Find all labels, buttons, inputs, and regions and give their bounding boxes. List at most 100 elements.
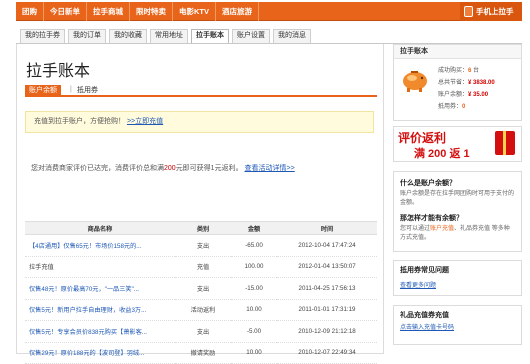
main-panel: 拉手账本 账户余额 | 抵用券 充值到拉手账户，方便抢购！ >>立即充值 您对消… bbox=[16, 44, 384, 364]
recharge-notice: 充值到拉手账户，方便抢购！ >>立即充值 bbox=[25, 111, 374, 133]
row-time: 2010-12-09 21:12:18 bbox=[277, 320, 377, 343]
stat-saved-label: 总共节省： bbox=[438, 80, 469, 86]
nav-item-mall[interactable]: 拉手商城 bbox=[87, 2, 130, 21]
col-header-type: 类别 bbox=[175, 221, 231, 235]
row-type: 支出 bbox=[175, 320, 231, 343]
more-questions-link[interactable]: 查看更多问题 bbox=[400, 280, 515, 289]
row-type: 活动返利 bbox=[175, 299, 231, 321]
stat-saved: 总共节省：¥ 3838.00 bbox=[438, 77, 495, 89]
faq-answer-2-mid: 、礼品券充值 等 bbox=[454, 226, 498, 232]
banner-line2: 满 200 返 1 bbox=[414, 148, 470, 160]
evaluation-rebate-text: 您对消费商家评价已达完，消费评价总和满200元即可获得1元返利。 查看活动详情>… bbox=[31, 163, 295, 173]
account-summary-box: 拉手账本 成功购买：6 台 总共节省：¥ 3838.00 账户余额：¥ 35.0… bbox=[393, 44, 522, 121]
eval-amount: 200 bbox=[164, 165, 176, 172]
account-summary-title: 拉手账本 bbox=[394, 45, 521, 59]
mobile-app-button[interactable]: 手机上拉手 bbox=[460, 2, 522, 21]
transactions-table: 商品名称 类别 金额 时间 【4店通用】仅售65元！市场价158元的... 支出… bbox=[25, 221, 377, 364]
top-navigation-bar: 团购 今日新单 拉手商城 限时特卖 电影KTV 酒店旅游 手机上拉手 bbox=[16, 2, 522, 21]
stat-coupons-value: 0 bbox=[462, 104, 466, 110]
top-nav-list: 团购 今日新单 拉手商城 限时特卖 电影KTV 酒店旅游 bbox=[16, 2, 259, 21]
coupon-faq-title: 抵用券常见问题 bbox=[400, 267, 449, 274]
row-type: 充值 bbox=[175, 256, 231, 278]
row-amount: -15.00 bbox=[231, 277, 277, 300]
stat-balance-value: ¥ 35.00 bbox=[468, 92, 489, 98]
faq-question-2: 那怎样才能有余额？ bbox=[400, 215, 463, 222]
nav-item-movie-ktv[interactable]: 电影KTV bbox=[173, 2, 216, 21]
stat-saved-value: ¥ 3838.00 bbox=[468, 80, 495, 86]
rebate-banner[interactable]: 评价返利 满 200 返 1 bbox=[393, 126, 522, 162]
account-tabs: 我的拉手券 我的订单 我的收藏 常用地址 拉手账本 账户设置 我的消息 bbox=[20, 29, 314, 44]
row-amount: 10.00 bbox=[231, 342, 277, 364]
stat-purchases-label: 成功购买： bbox=[438, 68, 469, 74]
sub-tabs: 账户余额 | 抵用券 bbox=[25, 85, 377, 97]
row-type: 撤请奖励 bbox=[175, 342, 231, 364]
page-title: 拉手账本 bbox=[26, 63, 91, 80]
mobile-label: 手机上拉手 bbox=[476, 7, 514, 16]
subtab-separator: | bbox=[70, 86, 72, 93]
faq-answer-2: 您可以通过账户充值、礼品券充值 等多种方式充值。 bbox=[400, 225, 515, 243]
gift-card-box: 礼品充值券充值 点击输入充值卡号码 bbox=[393, 305, 522, 345]
enter-card-number-link[interactable]: 点击输入充值卡号码 bbox=[400, 322, 515, 331]
gift-card-title: 礼品充值券充值 bbox=[400, 312, 449, 319]
row-product-link[interactable]: 仅售29元！原价188元的【波司登】羽绒... bbox=[25, 342, 175, 364]
recharge-link[interactable]: >>立即充值 bbox=[127, 118, 163, 125]
nav-item-group-buy[interactable]: 团购 bbox=[16, 2, 44, 21]
row-time: 2011-01-01 17:31:19 bbox=[277, 299, 377, 321]
col-header-time: 时间 bbox=[277, 221, 377, 235]
table-row: 仅售29元！原价188元的【波司登】羽绒... 撤请奖励 10.00 2010-… bbox=[25, 342, 377, 364]
tab-ledger[interactable]: 拉手账本 bbox=[191, 29, 229, 44]
row-product-name: 拉手充值 bbox=[25, 256, 175, 278]
tab-my-coupons[interactable]: 我的拉手券 bbox=[20, 29, 65, 43]
stat-balance: 账户余额：¥ 35.00 bbox=[438, 89, 495, 101]
tab-addresses[interactable]: 常用地址 bbox=[150, 29, 188, 43]
piggy-bank-icon bbox=[403, 71, 427, 92]
account-recharge-link[interactable]: 账户充值 bbox=[430, 226, 454, 232]
tab-my-orders[interactable]: 我的订单 bbox=[68, 29, 106, 43]
account-stats: 成功购买：6 台 总共节省：¥ 3838.00 账户余额：¥ 35.00 抵用券… bbox=[438, 65, 495, 113]
tab-my-messages[interactable]: 我的消息 bbox=[273, 29, 311, 43]
faq-question-1: 什么是账户余额？ bbox=[400, 180, 456, 187]
eval-pre: 您对消费商家评价已达完，消费评价总和满 bbox=[31, 165, 164, 172]
nav-item-today-new[interactable]: 今日新单 bbox=[44, 2, 87, 21]
col-header-product: 商品名称 bbox=[25, 221, 175, 235]
banner-line1: 评价返利 bbox=[398, 131, 447, 145]
nav-item-flash-sale[interactable]: 限时特卖 bbox=[130, 2, 173, 21]
subtab-coupons[interactable]: 抵用券 bbox=[77, 85, 98, 97]
stat-balance-label: 账户余额： bbox=[438, 92, 469, 98]
gift-box-icon bbox=[495, 131, 515, 155]
row-amount: 10.00 bbox=[231, 299, 277, 321]
faq-answer-2-pre: 您可以通过 bbox=[400, 226, 431, 232]
row-time: 2012-10-04 17:47:24 bbox=[277, 234, 377, 257]
phone-icon bbox=[464, 6, 473, 17]
row-product-link[interactable]: 仅售48元！原价最高70元，"一品三笑"... bbox=[25, 277, 175, 300]
faq-answer-1: 账户余额是存在拉手网团购时可用于支付的金额。 bbox=[400, 191, 515, 206]
row-time: 2011-04-25 17:56:13 bbox=[277, 277, 377, 300]
table-row: 仅售5元！专享会员价838元购买【萧影客... 支出 -5.00 2010-12… bbox=[25, 320, 377, 343]
balance-faq-box: 什么是账户余额？ 账户余额是存在拉手网团购时可用于支付的金额。 那怎样才能有余额… bbox=[393, 171, 522, 252]
row-product-link[interactable]: 【4店通用】仅售65元！市场价158元的... bbox=[25, 234, 175, 257]
table-row: 拉手充值 充值 100.00 2012-01-04 13:50:07 bbox=[25, 256, 377, 278]
table-row: 仅售48元！原价最高70元，"一品三笑"... 支出 -15.00 2011-0… bbox=[25, 277, 377, 300]
tab-my-favorites[interactable]: 我的收藏 bbox=[109, 29, 147, 43]
stat-coupons: 抵用券：0 bbox=[438, 101, 495, 113]
activity-details-link[interactable]: 查看活动详情>> bbox=[245, 165, 295, 172]
stat-purchases-count: 6 bbox=[468, 68, 472, 74]
notice-text: 充值到拉手账户，方便抢购！ bbox=[34, 118, 125, 125]
eval-post: 元即可获得1元返利。 bbox=[175, 165, 243, 172]
row-amount: -65.00 bbox=[231, 234, 277, 257]
table-row: 【4店通用】仅售65元！市场价158元的... 支出 -65.00 2012-1… bbox=[25, 234, 377, 257]
stat-purchases-unit: 台 bbox=[473, 68, 480, 74]
row-time: 2012-01-04 13:50:07 bbox=[277, 256, 377, 278]
row-time: 2010-12-07 22:49:34 bbox=[277, 342, 377, 364]
tab-account-settings[interactable]: 账户设置 bbox=[232, 29, 270, 43]
table-header-row: 商品名称 类别 金额 时间 bbox=[25, 221, 377, 235]
stat-purchases: 成功购买：6 台 bbox=[438, 65, 495, 77]
row-type: 支出 bbox=[175, 234, 231, 257]
row-product-link[interactable]: 仅售5元！新用户拉手自由理财，收益3万... bbox=[25, 299, 175, 321]
table-row: 仅售5元！新用户拉手自由理财，收益3万... 活动返利 10.00 2011-0… bbox=[25, 299, 377, 321]
row-product-link[interactable]: 仅售5元！专享会员价838元购买【萧影客... bbox=[25, 320, 175, 343]
nav-item-hotel-travel[interactable]: 酒店旅游 bbox=[216, 2, 259, 21]
row-amount: 100.00 bbox=[231, 256, 277, 278]
subtab-balance[interactable]: 账户余额 bbox=[25, 85, 61, 97]
coupon-faq-box: 抵用券常见问题 查看更多问题 bbox=[393, 260, 522, 296]
